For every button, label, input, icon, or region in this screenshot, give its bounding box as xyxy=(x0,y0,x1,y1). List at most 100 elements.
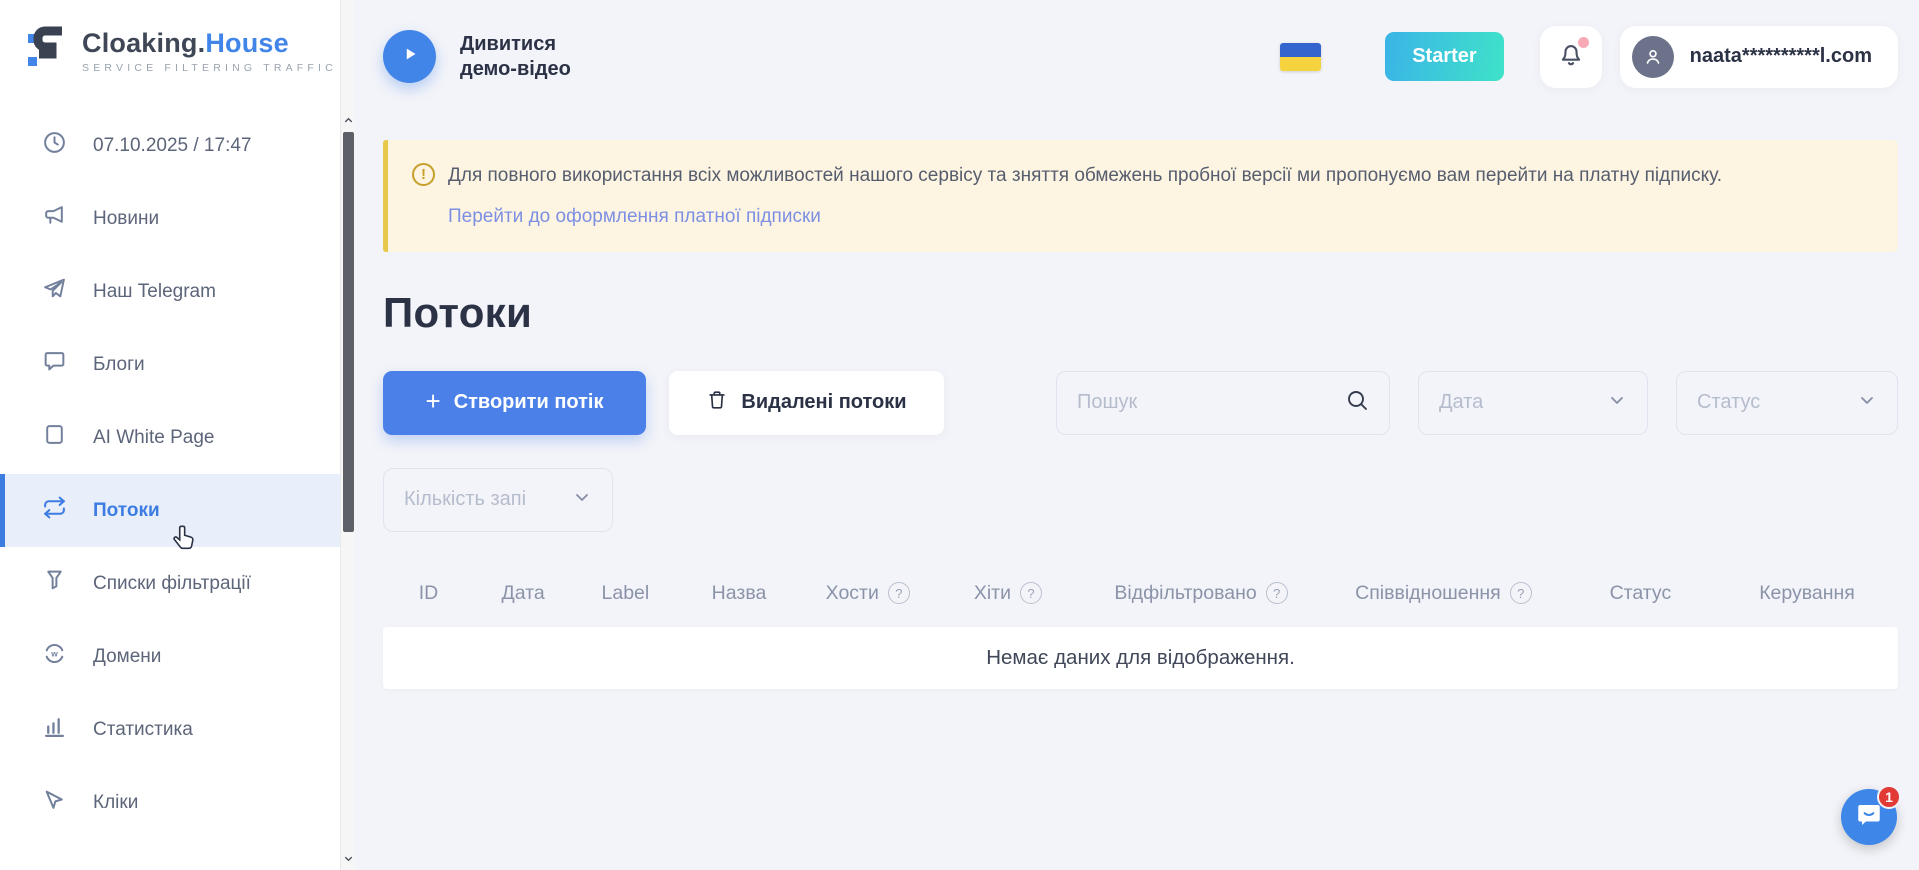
sync-icon xyxy=(42,495,67,526)
date-filter-value: Дата xyxy=(1439,391,1483,414)
sidebar-item-label: Наш Telegram xyxy=(93,281,216,303)
deleted-flows-label: Видалені потоки xyxy=(741,391,906,414)
column-header-name: Назва xyxy=(678,582,799,605)
sidebar-item-label: Потоки xyxy=(93,500,160,522)
filter-funnel-icon xyxy=(42,568,67,599)
sidebar-item-filter-lists[interactable]: Списки фільтрації xyxy=(0,547,355,620)
chat-widget-button[interactable]: 1 xyxy=(1841,789,1897,845)
main-area: Дивитися демо-відео Starter naata** xyxy=(355,0,1919,870)
sidebar-item-flows[interactable]: Потоки xyxy=(0,474,341,547)
warning-icon: ! xyxy=(412,163,435,186)
sidebar-item-label: Статистика xyxy=(93,719,193,741)
help-icon[interactable]: ? xyxy=(1020,582,1042,604)
chat-bubble-icon xyxy=(42,349,67,380)
plus-icon: + xyxy=(426,388,441,414)
sidebar-item-label: Домени xyxy=(93,646,161,668)
language-flag-ukraine[interactable] xyxy=(1280,43,1321,71)
column-label: Керування xyxy=(1759,582,1855,605)
column-label: Співвідношення xyxy=(1355,582,1501,605)
sidebar-item-news[interactable]: Новини xyxy=(0,182,355,255)
scrollbar-thumb[interactable] xyxy=(343,132,354,532)
status-filter-value: Статус xyxy=(1697,391,1760,414)
app-root: Cloaking.House SERVICE FILTERING TRAFFIC… xyxy=(0,0,1919,870)
chevron-down-icon xyxy=(1607,390,1627,416)
sidebar-item-domains[interactable]: w Домени xyxy=(0,620,355,693)
column-label: Хіти xyxy=(974,582,1011,605)
date-filter-select[interactable]: Дата xyxy=(1418,371,1648,435)
topbar: Дивитися демо-відео Starter naata** xyxy=(355,0,1919,113)
sidebar-scrollbar[interactable] xyxy=(340,0,355,870)
empty-state-message: Немає даних для відображення. xyxy=(986,646,1295,670)
chevron-down-icon xyxy=(1857,390,1877,416)
trial-warning-banner: ! Для повного використання всіх можливос… xyxy=(383,140,1898,252)
sidebar-item-telegram[interactable]: Наш Telegram xyxy=(0,255,355,328)
per-page-select[interactable]: Кількість запі xyxy=(383,468,613,532)
logo[interactable]: Cloaking.House SERVICE FILTERING TRAFFIC xyxy=(0,0,355,87)
chat-unread-badge: 1 xyxy=(1877,785,1901,809)
sidebar-item-label: Блоги xyxy=(93,354,145,376)
demo-video-play-button[interactable] xyxy=(383,30,436,83)
upgrade-subscription-link[interactable]: Перейти до оформлення платної підписки xyxy=(448,206,821,228)
sidebar-item-label: 07.10.2025 / 17:47 xyxy=(93,135,251,157)
logo-name: Cloaking.House xyxy=(82,28,337,59)
help-icon[interactable]: ? xyxy=(888,582,910,604)
logo-tagline: SERVICE FILTERING TRAFFIC xyxy=(82,62,337,74)
play-icon xyxy=(399,43,421,70)
megaphone-icon xyxy=(42,203,67,234)
page-title: Потоки xyxy=(383,289,1898,337)
create-flow-label: Створити потік xyxy=(454,391,604,414)
sidebar-item-blogs[interactable]: Блоги xyxy=(0,328,355,401)
column-header-status: Статус xyxy=(1565,582,1717,605)
sidebar-item-statistics[interactable]: Статистика xyxy=(0,693,355,766)
filters: Дата Статус xyxy=(1056,371,1898,435)
column-label: Назва xyxy=(712,582,767,605)
column-header-date: Дата xyxy=(474,582,572,605)
sidebar-item-label: Кліки xyxy=(93,792,138,814)
search-field[interactable] xyxy=(1056,371,1390,435)
demo-video-line1: Дивитися xyxy=(460,32,571,57)
status-filter-select[interactable]: Статус xyxy=(1676,371,1898,435)
table-header-row: ID Дата Label Назва Хости? Хіти? Відфіль… xyxy=(383,582,1898,627)
column-header-ratio: Співвідношення? xyxy=(1322,582,1564,605)
cursor-icon xyxy=(42,787,67,818)
notifications-button[interactable] xyxy=(1540,26,1602,88)
telegram-icon xyxy=(42,276,67,307)
search-icon[interactable] xyxy=(1345,388,1369,418)
logo-text: Cloaking.House SERVICE FILTERING TRAFFIC xyxy=(82,28,337,74)
plan-badge[interactable]: Starter xyxy=(1385,32,1503,81)
logo-name-accent: House xyxy=(205,28,289,58)
create-flow-button[interactable]: + Створити потік xyxy=(383,371,646,435)
column-label: Хости xyxy=(826,582,879,605)
domains-icon: w xyxy=(42,641,67,672)
scrollbar-down-arrow[interactable] xyxy=(342,850,355,866)
banner-message: Для повного використання всіх можливосте… xyxy=(448,162,1722,190)
banner-body: Для повного використання всіх можливосте… xyxy=(448,162,1722,228)
user-avatar xyxy=(1632,36,1674,78)
sidebar-item-clicks[interactable]: Кліки xyxy=(0,766,355,839)
scrollbar-up-arrow[interactable] xyxy=(342,112,355,128)
column-label: Дата xyxy=(502,582,545,605)
demo-video-label[interactable]: Дивитися демо-відео xyxy=(460,32,571,82)
trash-icon xyxy=(706,389,728,417)
content-area: ! Для повного використання всіх можливос… xyxy=(355,113,1919,689)
sidebar-item-label: Списки фільтрації xyxy=(93,573,251,595)
notification-dot xyxy=(1578,37,1589,48)
flag-blue-stripe xyxy=(1280,43,1321,57)
sidebar: Cloaking.House SERVICE FILTERING TRAFFIC… xyxy=(0,0,355,870)
toolbar: + Створити потік Видалені потоки Дата xyxy=(383,371,1898,435)
demo-video-line2: демо-відео xyxy=(460,57,571,82)
column-label: Label xyxy=(602,582,650,605)
column-label: Відфільтровано xyxy=(1114,582,1256,605)
sidebar-item-ai-white-page[interactable]: AI White Page xyxy=(0,401,355,474)
column-header-hits: Хіти? xyxy=(936,582,1080,605)
help-icon[interactable]: ? xyxy=(1510,582,1532,604)
column-header-hosts: Хости? xyxy=(800,582,936,605)
sidebar-item-datetime[interactable]: 07.10.2025 / 17:47 xyxy=(0,109,355,182)
help-icon[interactable]: ? xyxy=(1266,582,1288,604)
sidebar-item-label: AI White Page xyxy=(93,427,214,449)
column-header-filtered: Відфільтровано? xyxy=(1080,582,1322,605)
search-input[interactable] xyxy=(1077,391,1345,414)
column-header-id: ID xyxy=(383,582,474,605)
deleted-flows-button[interactable]: Видалені потоки xyxy=(669,371,944,435)
user-account-button[interactable]: naata**********l.com xyxy=(1620,26,1898,88)
